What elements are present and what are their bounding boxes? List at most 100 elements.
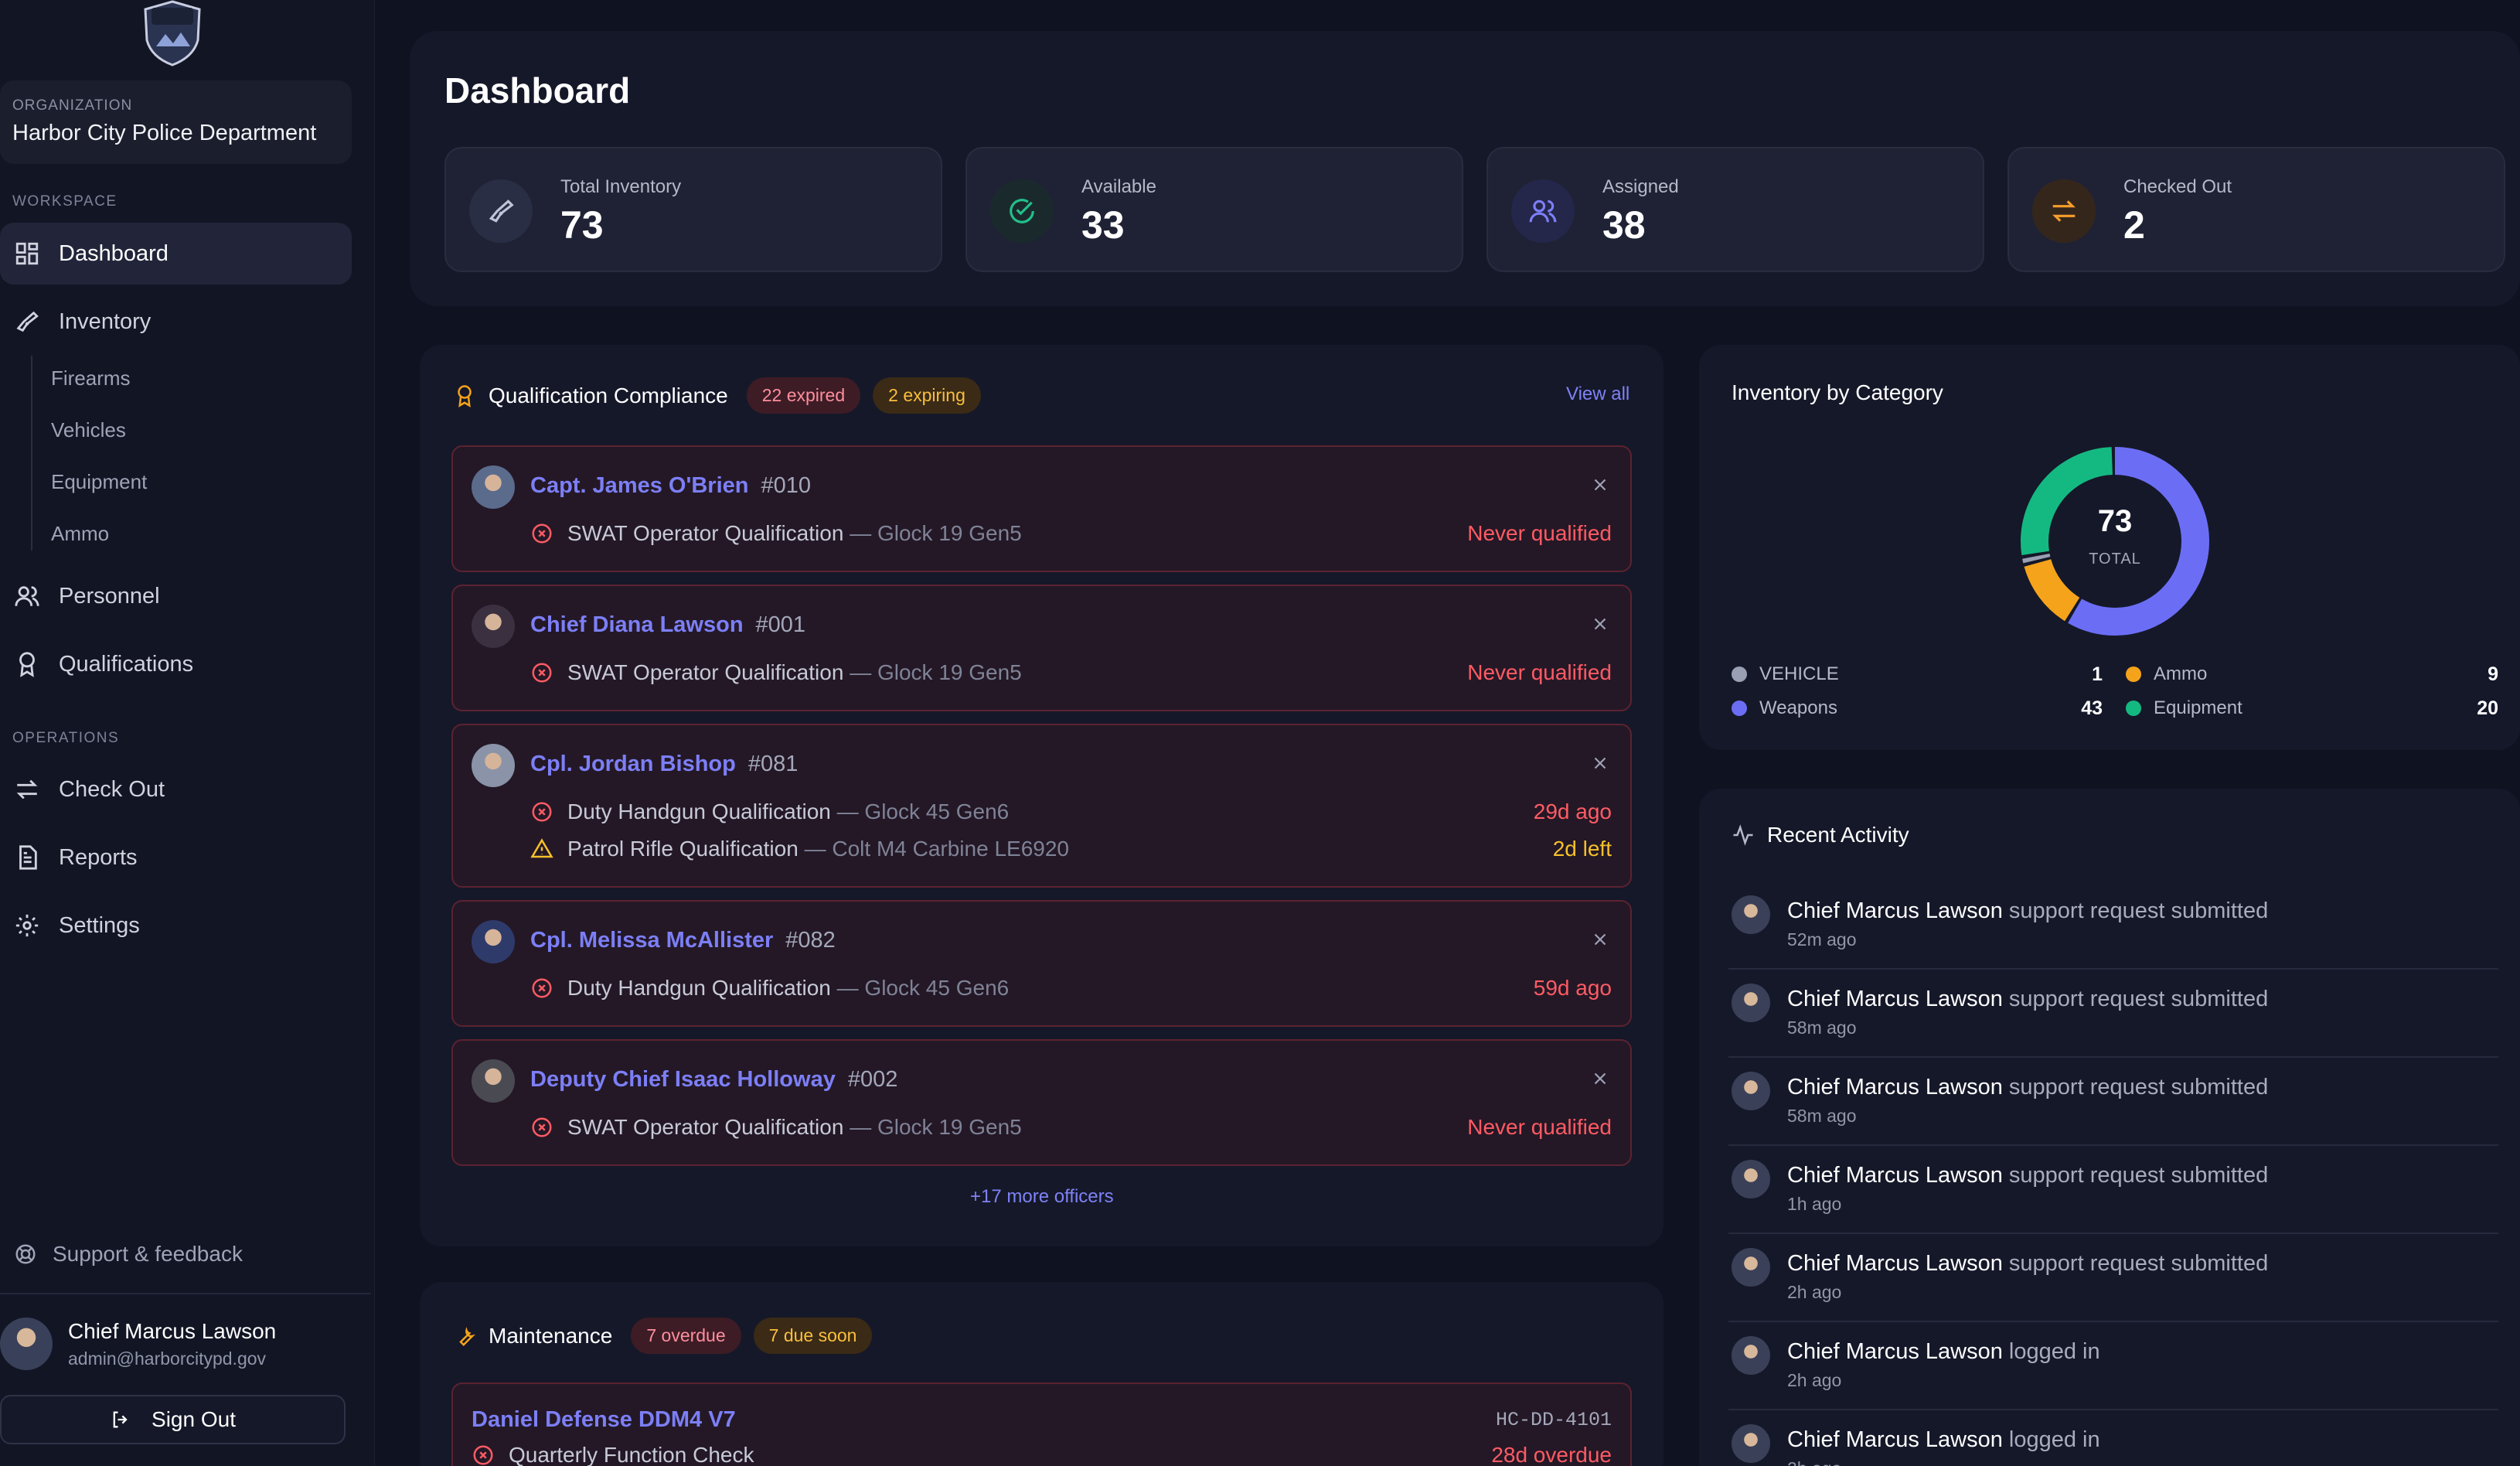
sidebar-subitem-firearms[interactable]: Firearms [51, 366, 131, 390]
legend-vehicle: VEHICLE [1732, 663, 1839, 685]
officer-card[interactable]: Capt. James O'Brien #010 SWAT Operator Qua… [451, 445, 1632, 572]
close-icon[interactable] [1590, 929, 1610, 949]
stat-card-assigned[interactable]: Assigned 38 [1486, 147, 1984, 272]
activity-item: Chief Marcus Lawson logged in 2h ago [1728, 1324, 2498, 1410]
stat-card-total-inventory[interactable]: Total Inventory 73 [444, 147, 942, 272]
sidebar-subitem-vehicles[interactable]: Vehicles [51, 418, 126, 442]
maintenance-card[interactable]: Daniel Defense DDM4 V7 HC-DD-4101 Quarte… [451, 1382, 1632, 1466]
award-icon [458, 384, 472, 407]
users-icon [15, 586, 39, 606]
officer-card[interactable]: Deputy Chief Isaac Holloway #002 SWAT Oper… [451, 1039, 1632, 1166]
activity-user: Chief Marcus Lawson [1787, 1163, 2003, 1188]
user-name: Chief Marcus Lawson [68, 1318, 277, 1343]
sidebar-item-label: Check Out [59, 776, 165, 802]
activity-time: 58m ago [1787, 1018, 1857, 1038]
qualification-row: Patrol Rifle Qualification — Colt M4 Car… [530, 837, 1612, 861]
swap-icon [16, 779, 38, 799]
close-icon[interactable] [1590, 475, 1610, 495]
organization-name: Harbor City Police Department [12, 121, 317, 145]
officer-card[interactable]: Cpl. Jordan Bishop #081 Duty Handgun Quali… [451, 724, 1632, 888]
stat-label: Checked Out [2123, 176, 2232, 197]
sidebar-item-reports[interactable]: Reports [0, 827, 352, 888]
sidebar-item-inventory[interactable]: Inventory [0, 291, 352, 353]
legend-label: Ammo [2154, 663, 2208, 684]
stat-label: Total Inventory [560, 176, 682, 197]
stat-card-available[interactable]: Available 33 [965, 147, 1463, 272]
sidebar-divider [0, 1293, 371, 1294]
gun-icon [489, 199, 514, 223]
avatar [1732, 1072, 1770, 1110]
qualification-status: 29d ago [1533, 799, 1612, 823]
activity-user: Chief Marcus Lawson [1787, 1339, 2003, 1364]
activity-text: Chief Marcus Lawson support request subm… [1787, 1163, 2268, 1188]
avatar [0, 1318, 53, 1370]
officer-card[interactable]: Cpl. Melissa McAllister #082 Duty Handgun … [451, 900, 1632, 1027]
officer-name-row: Chief Diana Lawson #001 [530, 612, 805, 638]
sidebar-subitem-equipment[interactable]: Equipment [51, 470, 147, 494]
officer-name[interactable]: Chief Diana Lawson [530, 612, 744, 637]
officer-name[interactable]: Capt. James O'Brien [530, 473, 749, 498]
qualification-row: Duty Handgun Qualification — Glock 45 Ge… [530, 976, 1612, 1001]
qualification-name: SWAT Operator Qualification [567, 521, 844, 545]
activity-time: 1h ago [1787, 1194, 1842, 1214]
stat-icon-wrap [469, 179, 533, 243]
more-officers-link[interactable]: +17 more officers [970, 1186, 1114, 1208]
legend-value: 20 [2477, 697, 2498, 719]
stat-icon-wrap [990, 179, 1054, 243]
maintenance-item-name[interactable]: Daniel Defense DDM4 V7 [472, 1407, 736, 1433]
qualification-status: 59d ago [1533, 976, 1612, 1000]
activity-item: Chief Marcus Lawson logged in 2h ago [1728, 1412, 2498, 1466]
qualification-status: Never qualified [1467, 660, 1612, 684]
stat-card-checked-out[interactable]: Checked Out 2 [2007, 147, 2505, 272]
activity-text: Chief Marcus Lawson support request subm… [1787, 898, 2268, 924]
legend-dot [2126, 701, 2141, 716]
sidebar-subitem-ammo[interactable]: Ammo [51, 522, 109, 546]
officer-name[interactable]: Cpl. Jordan Bishop [530, 752, 736, 776]
officer-name[interactable]: Deputy Chief Isaac Holloway [530, 1067, 836, 1092]
sidebar-item-settings[interactable]: Settings [0, 895, 352, 956]
activity-user: Chief Marcus Lawson [1787, 987, 2003, 1011]
stat-value: 33 [1081, 203, 1125, 247]
officer-card[interactable]: Chief Diana Lawson #001 SWAT Operator Qual… [451, 585, 1632, 711]
sidebar-item-check-out[interactable]: Check Out [0, 759, 352, 820]
avatar [472, 1059, 515, 1103]
avatar [1732, 1336, 1770, 1375]
x-circle-icon [532, 1117, 552, 1137]
avatar [1732, 895, 1770, 934]
qualification-header: Qualification Compliance 22 expired 2 ex… [453, 377, 981, 414]
stat-label: Available [1081, 176, 1156, 197]
x-circle-icon [532, 523, 552, 544]
support-feedback-link[interactable]: Support & feedback [14, 1242, 243, 1267]
expired-badge: 22 expired [746, 377, 861, 414]
officer-badge-number: #001 [755, 612, 806, 637]
activity-action: support request submitted [2008, 898, 2269, 923]
page-title: Dashboard [444, 70, 631, 111]
legend-ammo: Ammo [2126, 663, 2207, 685]
qualification-weapon: — Glock 19 Gen5 [850, 1115, 1022, 1139]
sign-out-button[interactable]: Sign Out [0, 1395, 346, 1444]
officer-name[interactable]: Cpl. Melissa McAllister [530, 928, 773, 953]
stat-icon-wrap [1511, 179, 1575, 243]
sidebar-item-personnel[interactable]: Personnel [0, 565, 352, 627]
inventory-chart-title: Inventory by Category [1732, 380, 1943, 404]
user-profile: Chief Marcus Lawson admin@harborcitypd.g… [0, 1318, 276, 1370]
legend-equipment: Equipment [2126, 697, 2242, 719]
activity-action: support request submitted [2008, 1075, 2269, 1100]
warning-icon [530, 838, 553, 858]
qualification-weapon: — Glock 45 Gen6 [836, 799, 1010, 823]
sign-out-label: Sign Out [152, 1407, 236, 1431]
close-icon[interactable] [1590, 614, 1610, 634]
activity-header: Recent Activity [1732, 823, 1909, 847]
qualification-name: Patrol Rifle Qualification [567, 837, 799, 861]
officer-name-row: Cpl. Jordan Bishop #081 [530, 752, 798, 777]
close-icon[interactable] [1590, 1069, 1610, 1089]
avatar [472, 920, 515, 963]
donut-center-value: 73 [2097, 504, 2133, 538]
view-all-link[interactable]: View all [1566, 384, 1629, 405]
sidebar-item-qualifications[interactable]: Qualifications [0, 633, 352, 695]
sidebar-item-dashboard[interactable]: Dashboard [0, 223, 352, 285]
stat-value: 38 [1602, 203, 1646, 247]
close-icon[interactable] [1590, 753, 1610, 773]
officer-name-row: Capt. James O'Brien #010 [530, 473, 811, 499]
sidebar-item-label: Personnel [59, 583, 160, 609]
